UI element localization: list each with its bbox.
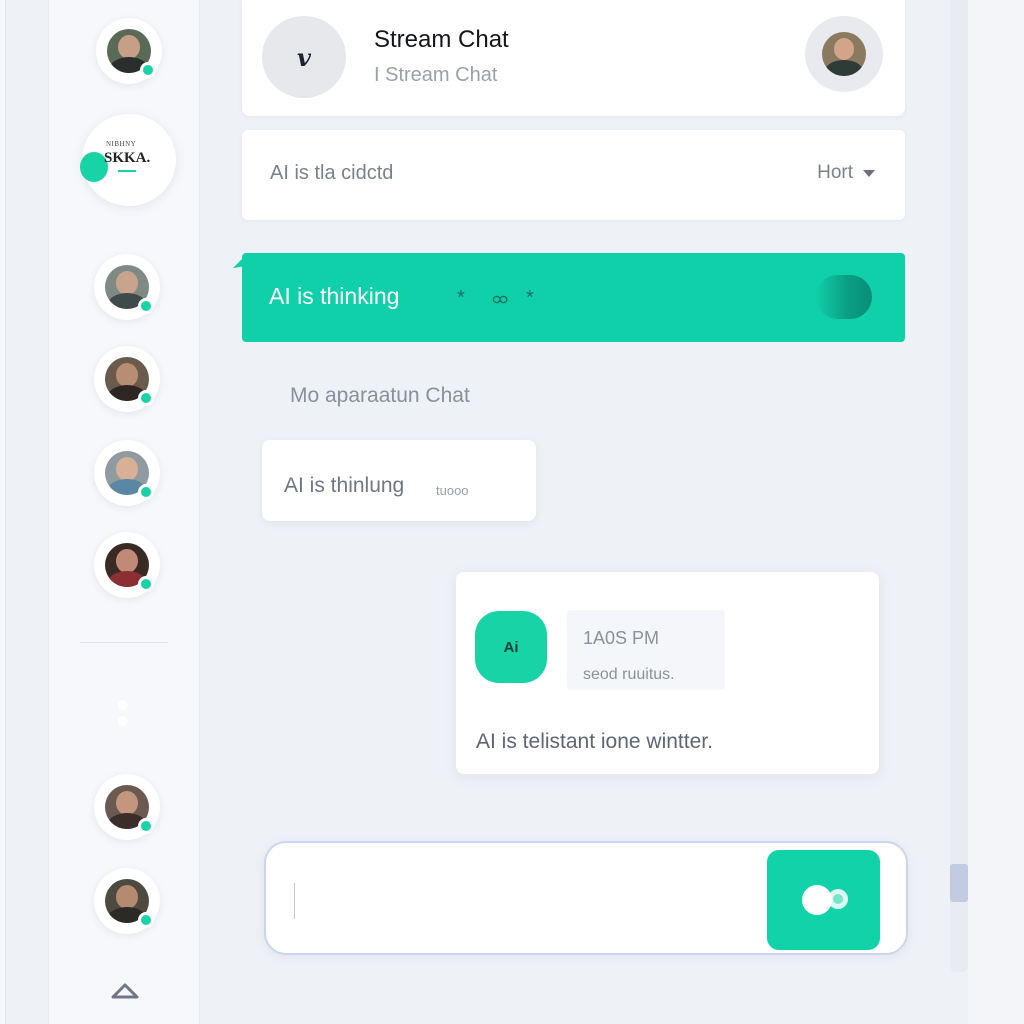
message-text: AI is thinlung — [284, 474, 405, 497]
online-status-dot — [140, 62, 156, 78]
sidebar-avatar-3[interactable] — [94, 346, 160, 412]
message-input[interactable] — [302, 873, 742, 923]
sidebar-avatar-4[interactable] — [94, 440, 160, 506]
sidebar-avatar-5[interactable] — [94, 532, 160, 598]
banner-notch — [231, 255, 247, 269]
typing-icon: ထ — [492, 290, 508, 307]
window-edge-right — [968, 0, 1024, 1024]
sidebar-avatar-1[interactable] — [96, 18, 162, 84]
message-meta-box: 1A0S PM seod ruuitus. — [567, 610, 725, 690]
banner-toggle[interactable] — [816, 275, 872, 319]
ai-avatar: Ai — [475, 611, 547, 683]
message-composer — [264, 841, 908, 955]
online-status-dot — [138, 912, 154, 928]
server-badge-line2: SKKA. — [104, 150, 151, 166]
sort-dropdown-label: Hort — [817, 162, 853, 183]
sidebar-avatar-7[interactable] — [94, 868, 160, 934]
ai-thinking-banner: AI is thinking * ထ * — [231, 253, 905, 342]
sort-dropdown[interactable]: Hort — [817, 162, 875, 184]
message-bubble: AI is thinlung tuooo — [262, 440, 536, 521]
sparkle-icon: * — [526, 287, 534, 309]
message-text: AI is telistant ione wintter. — [476, 730, 713, 753]
sidebar-avatar-2[interactable] — [94, 254, 160, 320]
chevron-down-icon — [863, 169, 875, 177]
scrollbar-thumb[interactable] — [950, 864, 968, 902]
section-label: Mo aparaatun Chat — [290, 384, 470, 407]
online-status-dot — [138, 818, 154, 834]
sidebar-divider — [80, 642, 168, 643]
online-status-dot — [138, 390, 154, 406]
window-edge — [0, 0, 6, 1024]
channel-filter-bar: AI is tla cidctd Hort — [242, 130, 905, 220]
filter-text: AI is tla cidctd — [270, 162, 394, 184]
online-status-dot — [138, 484, 154, 500]
chat-header: v Stream Chat I Stream Chat — [242, 0, 905, 116]
ai-message-card: Ai 1A0S PM seod ruuitus. AI is telistant… — [456, 572, 879, 774]
message-status: seod ruuitus. — [583, 666, 675, 683]
server-badge-underline — [118, 170, 136, 172]
scrollbar-track[interactable] — [950, 0, 968, 972]
message-meta: tuooo — [436, 483, 469, 498]
message-timestamp: 1A0S PM — [583, 628, 660, 648]
text-caret — [294, 883, 295, 919]
current-user-avatar[interactable] — [805, 16, 883, 92]
app-logo[interactable]: v — [262, 16, 346, 98]
online-status-dot — [138, 576, 154, 592]
online-status-dot — [138, 298, 154, 314]
page-subtitle: I Stream Chat — [374, 64, 498, 86]
server-badge-line1: NIBHNY — [106, 140, 137, 148]
chevron-up-icon[interactable] — [110, 980, 140, 1002]
sparkle-icon: * — [457, 287, 465, 309]
send-icon — [802, 885, 848, 915]
server-badge[interactable]: NIBHNY SKKA. — [80, 114, 176, 206]
sidebar-avatar-6[interactable] — [94, 774, 160, 840]
banner-label: AI is thinking — [269, 283, 400, 309]
send-button[interactable] — [767, 850, 880, 950]
page-title: Stream Chat — [374, 26, 509, 53]
